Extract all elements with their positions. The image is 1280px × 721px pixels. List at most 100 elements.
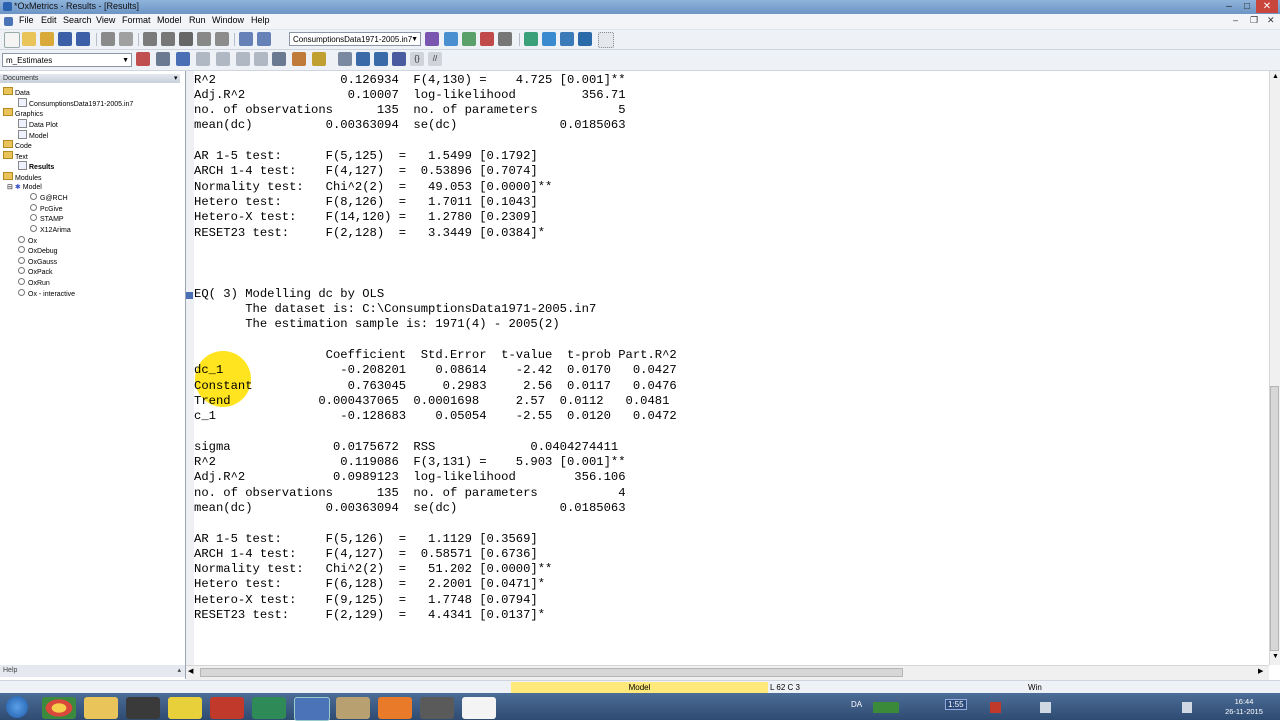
estimate-icon[interactable] [542, 32, 556, 46]
tree-item-x12arima[interactable]: X12Arima [30, 225, 71, 234]
oxmetrics-icon[interactable] [294, 697, 330, 721]
model-icon[interactable] [524, 32, 538, 46]
find-icon[interactable] [136, 52, 150, 66]
tree-item-stamp[interactable]: STAMP [30, 214, 64, 223]
open-icon[interactable] [40, 32, 54, 46]
options-icon[interactable] [598, 32, 614, 48]
tree-item-ox[interactable]: Ox [18, 236, 37, 245]
menu-help[interactable]: Help [251, 15, 270, 25]
bookmark-icon[interactable] [338, 52, 352, 66]
replace-icon[interactable] [292, 52, 306, 66]
next-bookmark-icon[interactable] [356, 52, 370, 66]
prev-bookmark-icon[interactable] [374, 52, 388, 66]
tree-item-dataset[interactable]: ConsumptionsData1971-2005.in7 [18, 98, 133, 108]
minimize-button[interactable]: – [1220, 0, 1238, 13]
clipboard-icon[interactable] [215, 32, 229, 46]
comment-icon[interactable]: // [428, 52, 442, 66]
outdent-icon[interactable] [254, 52, 268, 66]
redo-icon[interactable] [257, 32, 271, 46]
font-icon[interactable] [176, 52, 190, 66]
indent-icon[interactable] [236, 52, 250, 66]
mdi-minimize-button[interactable]: – [1233, 15, 1238, 25]
excel-icon[interactable] [252, 697, 286, 719]
delete-icon[interactable] [197, 32, 211, 46]
scroll-left-icon[interactable]: ◀ [188, 667, 193, 675]
clear-bookmarks-icon[interactable] [392, 52, 406, 66]
scroll-right-icon[interactable]: ▶ [1258, 667, 1263, 675]
save-all-icon[interactable] [76, 32, 90, 46]
app-icon[interactable] [168, 697, 202, 719]
tree-item-model-module[interactable]: ⊟ ✱ Model [7, 183, 42, 191]
menu-model[interactable]: Model [157, 15, 182, 25]
braces-icon[interactable]: {} [410, 52, 424, 66]
tree-item-model-graph[interactable]: Model [18, 130, 48, 140]
vertical-scroll-thumb[interactable] [1270, 386, 1279, 651]
tree-item-results[interactable]: Results [18, 161, 54, 171]
paste-icon[interactable] [179, 32, 193, 46]
horizontal-scroll-thumb[interactable] [200, 668, 903, 677]
notes-icon[interactable] [336, 697, 370, 719]
network-signal-icon[interactable] [873, 702, 899, 713]
tree-item-oxgauss[interactable]: OxGauss [18, 257, 57, 266]
list-icon[interactable] [216, 52, 230, 66]
test-icon[interactable] [560, 32, 574, 46]
copy-icon[interactable] [161, 32, 175, 46]
search-icon[interactable] [272, 52, 286, 66]
outlook-icon[interactable] [378, 697, 412, 719]
print-preview-icon[interactable] [119, 32, 133, 46]
undo-icon[interactable] [239, 32, 253, 46]
tree-item-pcgive[interactable]: PcGive [30, 204, 63, 213]
tray-app-icon[interactable] [990, 702, 1001, 713]
menu-window[interactable]: Window [212, 15, 244, 25]
acrobat-icon[interactable] [210, 697, 244, 719]
tree-item-ox-interactive[interactable]: Ox - interactive [18, 289, 75, 298]
menu-view[interactable]: View [96, 15, 115, 25]
tree-item-text[interactable]: Text [3, 151, 28, 161]
tree-item-oxrun[interactable]: OxRun [18, 278, 50, 287]
help-pane-header[interactable]: Help ▴ [0, 665, 185, 677]
new-file-icon[interactable] [4, 32, 20, 48]
chrome-icon[interactable] [42, 697, 76, 719]
explorer-icon[interactable] [84, 697, 118, 719]
maximize-button[interactable]: □ [1238, 0, 1256, 13]
menu-search[interactable]: Search [63, 15, 92, 25]
open-folder-icon[interactable] [22, 32, 36, 46]
module-select[interactable]: m_Estimates ▼ [2, 53, 132, 67]
tree-item-data[interactable]: Data [3, 87, 30, 97]
mdi-restore-button[interactable]: ❐ [1250, 15, 1258, 26]
tools-icon[interactable] [420, 697, 454, 719]
mdi-close-button[interactable]: ✕ [1267, 15, 1275, 26]
tray-flag-icon[interactable] [1040, 702, 1051, 713]
batch-icon[interactable] [480, 32, 494, 46]
menu-edit[interactable]: Edit [41, 15, 57, 25]
windows-start-icon[interactable] [6, 696, 28, 718]
database-select[interactable]: ConsumptionsData1971-2005.in7 ▼ [289, 32, 421, 46]
cut-icon[interactable] [143, 32, 157, 46]
algebra-icon[interactable] [462, 32, 476, 46]
tray-time-box[interactable]: 1:55 [945, 699, 967, 710]
document-icon[interactable] [462, 697, 496, 719]
tree-item-data-plot[interactable]: Data Plot [18, 119, 58, 129]
tree-item-modules[interactable]: Modules [3, 172, 41, 182]
tree-item-oxdebug[interactable]: OxDebug [18, 246, 58, 255]
browse-icon[interactable] [196, 52, 210, 66]
menu-format[interactable]: Format [122, 15, 151, 25]
menu-run[interactable]: Run [189, 15, 206, 25]
clock[interactable]: 16:44 26-11-2015 [1224, 697, 1264, 717]
zoom-icon[interactable] [156, 52, 170, 66]
tree-item-garch[interactable]: G@RCH [30, 193, 68, 202]
print-icon[interactable] [101, 32, 115, 46]
run-icon[interactable] [498, 32, 512, 46]
progress-icon[interactable] [578, 32, 592, 46]
graph-icon[interactable] [425, 32, 439, 46]
chevron-down-icon[interactable]: ▾ [174, 74, 178, 82]
language-indicator[interactable]: DA [851, 700, 862, 709]
tree-item-oxpack[interactable]: OxPack [18, 267, 53, 276]
scroll-down-icon[interactable]: ▼ [1272, 653, 1279, 660]
calculator-icon[interactable] [444, 32, 458, 46]
volume-icon[interactable] [1182, 702, 1192, 713]
save-icon[interactable] [58, 32, 72, 46]
tree-item-code[interactable]: Code [3, 140, 32, 150]
tree-item-graphics[interactable]: Graphics [3, 108, 43, 118]
terminal-icon[interactable] [126, 697, 160, 719]
